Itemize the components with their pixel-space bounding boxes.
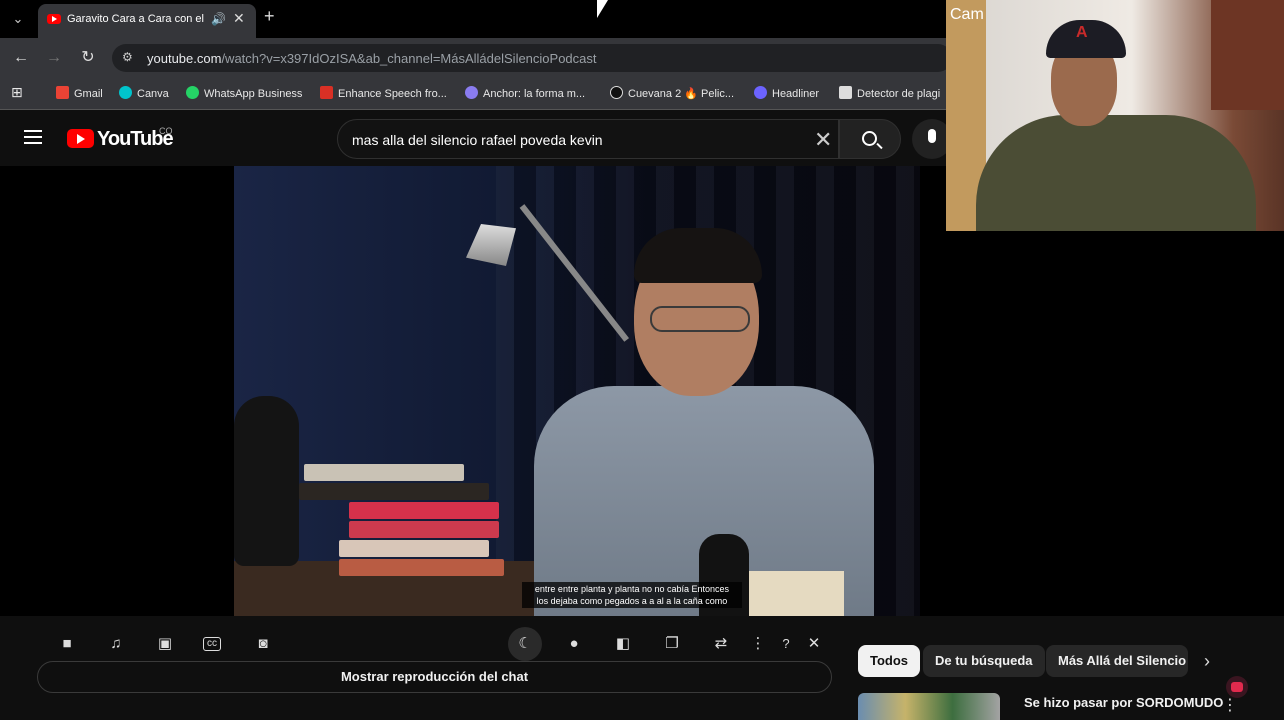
- chip-todos[interactable]: Todos: [858, 645, 921, 677]
- webcam-label: Cam: [950, 6, 984, 23]
- adobe-icon: [320, 86, 333, 99]
- cap-logo: A: [1076, 24, 1088, 41]
- tab-close-icon[interactable]: ✕: [233, 10, 245, 27]
- glasses: [650, 306, 750, 332]
- image-icon[interactable]: ▣: [154, 633, 176, 655]
- browser-toolbar: ← → ↻ ⚙ youtube.com/watch?v=x397IdOzISA&…: [0, 38, 952, 78]
- video-frame[interactable]: entre entre planta y planta no no cabía …: [234, 166, 920, 616]
- back-arrow-icon[interactable]: ←: [10, 47, 32, 69]
- recommendation-thumbnail[interactable]: [858, 693, 1000, 720]
- loop-icon[interactable]: ⇄: [710, 633, 732, 655]
- copy-layers-icon[interactable]: ❐: [661, 633, 683, 655]
- whatsapp-icon: [186, 86, 199, 99]
- recommendation-more-icon[interactable]: ⋮: [1222, 695, 1238, 715]
- clear-search-icon[interactable]: ✕: [814, 127, 832, 153]
- bookmark-whatsapp[interactable]: WhatsApp Business: [186, 86, 302, 100]
- caption-line-2: los dejaba como pegados a a al a la caña…: [536, 596, 728, 606]
- search-icon: [862, 131, 877, 146]
- book-stack: [294, 464, 504, 578]
- bookmark-cuevana[interactable]: Cuevana 2 🔥 Pelic...: [610, 86, 734, 100]
- menu-hamburger-icon[interactable]: [24, 130, 42, 144]
- bookmarks-bar: ⊞ Gmail Canva WhatsApp Business Enhance …: [0, 78, 946, 110]
- canva-icon: [119, 86, 132, 99]
- bookmark-enhance-speech[interactable]: Enhance Speech fro...: [320, 86, 447, 100]
- url-path: /watch?v=x397IdOzISA&ab_channel=MásAllád…: [221, 51, 597, 66]
- bookmark-canva[interactable]: Canva: [119, 86, 169, 100]
- speaker-icon[interactable]: 🔊: [211, 12, 226, 26]
- forward-arrow-icon[interactable]: →: [43, 47, 65, 69]
- search-button[interactable]: [839, 119, 901, 159]
- screenshot-camera-icon[interactable]: ◙: [252, 633, 274, 655]
- captions-cc-icon[interactable]: cc: [203, 637, 221, 651]
- search-query: mas alla del silencio rafael poveda kevi…: [352, 132, 603, 148]
- filter-chips: Todos De tu búsqueda Más Allá del Silenc…: [858, 645, 1284, 677]
- detector-icon: [839, 86, 852, 99]
- book-cover: [749, 571, 844, 616]
- headliner-icon: [754, 86, 767, 99]
- apps-grid-icon[interactable]: ⊞: [11, 84, 23, 101]
- search-input[interactable]: mas alla del silencio rafael poveda kevi…: [337, 119, 839, 159]
- url-host: youtube.com: [147, 51, 222, 66]
- site-settings-icon[interactable]: ⚙: [122, 50, 133, 64]
- youtube-favicon-icon: [47, 14, 61, 24]
- youtube-header: YouTube CO mas alla del silencio rafael …: [0, 111, 952, 166]
- webcam-overlay: Cam A: [946, 0, 1284, 231]
- figurine: [234, 396, 299, 566]
- caption-line-1: entre entre planta y planta no no cabía …: [534, 584, 730, 594]
- bookmark-gmail[interactable]: Gmail: [56, 86, 103, 100]
- country-code: CO: [159, 126, 173, 136]
- youtube-logo-icon[interactable]: [67, 129, 94, 148]
- bookmark-anchor[interactable]: Anchor: la forma m...: [465, 86, 585, 100]
- new-tab-plus-icon[interactable]: +: [264, 6, 275, 27]
- video-caption: entre entre planta y planta no no cabía …: [522, 582, 742, 608]
- miniplayer-icon[interactable]: ◧: [612, 633, 634, 655]
- help-icon[interactable]: ?: [775, 633, 797, 655]
- chevron-right-icon[interactable]: ›: [1204, 651, 1210, 672]
- bookmark-headliner[interactable]: Headliner: [754, 86, 819, 100]
- chip-de-tu-busqueda[interactable]: De tu búsqueda: [923, 645, 1045, 677]
- anchor-icon: [465, 86, 478, 99]
- chat-replay-button[interactable]: Mostrar reproducción del chat: [37, 661, 832, 693]
- moon-icon[interactable]: ☾: [508, 627, 542, 661]
- music-note-icon[interactable]: ♫: [105, 633, 127, 655]
- address-bar[interactable]: ⚙ youtube.com/watch?v=x397IdOzISA&ab_cha…: [112, 44, 952, 72]
- close-controls-icon[interactable]: ✕: [803, 633, 825, 655]
- video-camera-icon[interactable]: ■: [56, 633, 78, 655]
- url-text: youtube.com/watch?v=x397IdOzISA&ab_chann…: [147, 51, 597, 66]
- bookmark-detector[interactable]: Detector de plagi: [839, 86, 940, 100]
- lightbulb-icon[interactable]: ●: [563, 633, 585, 655]
- recommendation-title[interactable]: Se hizo pasar por SORDOMUDO: [1024, 695, 1224, 710]
- reload-icon[interactable]: ↻: [77, 47, 99, 69]
- gmail-icon: [56, 86, 69, 99]
- chip-mas-alla-del-silencio[interactable]: Más Allá del Silencio: [1046, 645, 1188, 677]
- tab-search-chevron-icon[interactable]: ⌄: [6, 7, 30, 31]
- cuevana-icon: [610, 86, 623, 99]
- more-vertical-icon[interactable]: ⋮: [747, 633, 769, 655]
- browser-tab-active[interactable]: Garavito Cara a Cara con el 🔊 ✕: [38, 4, 256, 38]
- browser-tab-strip: ⌄ Garavito Cara a Cara con el 🔊 ✕ +: [0, 0, 946, 38]
